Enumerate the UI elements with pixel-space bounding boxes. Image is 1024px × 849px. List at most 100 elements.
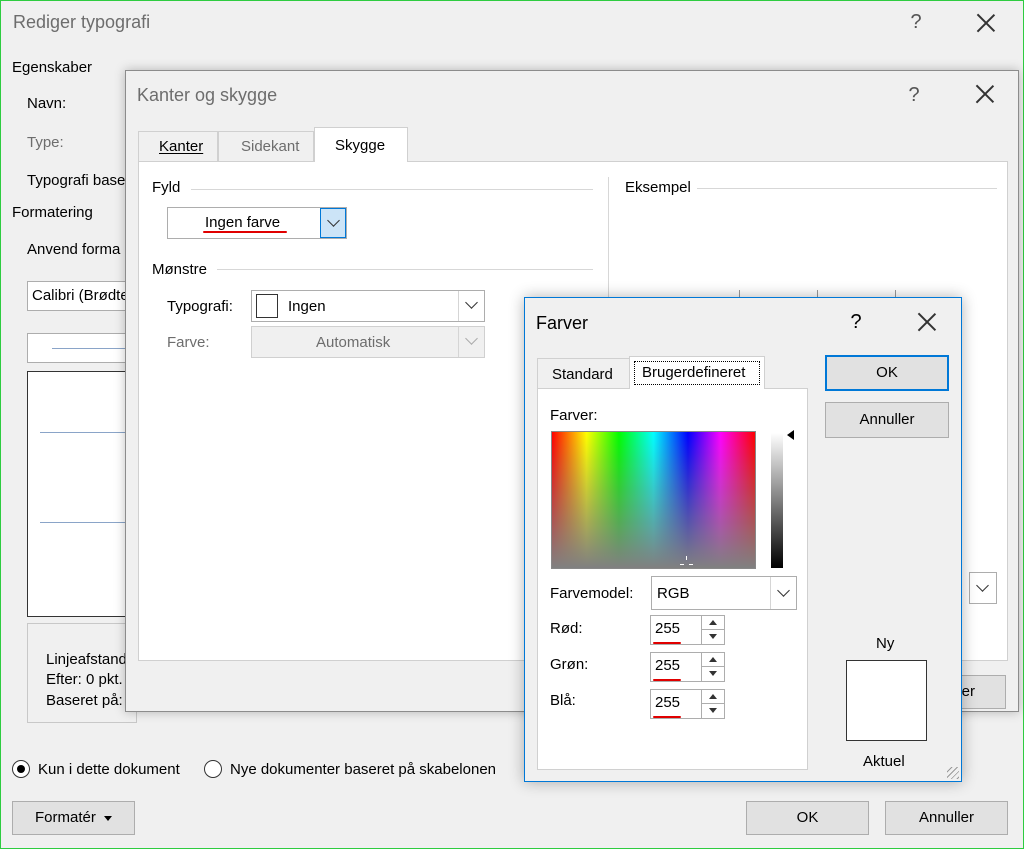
colors-title: Farver [536,313,589,333]
colors-cancel-button[interactable]: Annuller [825,402,949,438]
colors-close-button[interactable] [917,312,937,332]
green-spinner[interactable] [701,652,725,682]
style-preview-pane [27,371,137,617]
format-menu-button[interactable]: Formatér [12,801,135,835]
red-value: 255 [655,620,681,637]
new-color-label: Ny [876,635,895,652]
pattern-color-value: Automatisk [316,334,391,351]
type-label: Type: [27,134,64,151]
fill-divider [191,189,593,190]
colors-help-button[interactable]: ? [836,307,876,337]
colors-titlebar[interactable]: Farver ? [525,298,961,342]
pattern-color-label: Farve: [167,334,210,351]
edit-style-title: Rediger typografi [13,12,151,32]
format-button-label: Formatér [34,809,96,826]
close-icon [976,13,996,33]
tab-sidekant[interactable]: Sidekant [218,131,314,161]
tab-standard-label: Standard [552,366,613,383]
color-spectrum-picker[interactable] [551,431,756,569]
resize-grip-icon[interactable] [947,767,959,779]
fill-color-dropdown[interactable]: Ingen farve [167,207,347,239]
based-on-label: Typografi base [27,172,126,189]
tab-standard[interactable]: Standard [537,358,631,388]
colors-dialog: Farver ? Standard Brugerdefineret Farver… [524,297,962,782]
blue-down-button[interactable] [702,704,724,718]
colors-ok-button[interactable]: OK [825,355,949,391]
font-select[interactable]: Calibri (Brødte [27,281,137,311]
arrow-up-icon [709,657,717,662]
tab-custom[interactable]: Brugerdefineret [629,356,765,389]
arrow-down-icon [709,634,717,639]
apply-formatting-label: Anvend forma [27,241,121,258]
tab-sidekant-label: Sidekant [241,138,300,155]
arrow-up-icon [709,620,717,625]
blue-up-button[interactable] [702,690,724,704]
fill-dropdown-arrow[interactable] [320,208,346,238]
green-input[interactable]: 255 [650,652,706,682]
formatting-heading: Formatering [12,204,93,221]
color-model-arrow[interactable] [770,577,796,609]
pattern-color-arrow [458,327,484,357]
green-down-button[interactable] [702,667,724,681]
luminance-slider[interactable] [771,433,783,568]
close-button[interactable] [976,13,996,33]
tab-skygge[interactable]: Skygge [314,127,408,162]
colors-cancel-label: Annuller [859,411,915,428]
blue-spinner[interactable] [701,689,725,719]
ok-button-label: OK [796,809,819,826]
style-description-box: Linjeafstand Efter: 0 pkt. Baseret på: T [27,623,137,723]
crosshair-icon [680,556,694,570]
cancel-button[interactable]: Annuller [885,801,1008,835]
green-value: 255 [655,657,681,674]
blue-value: 255 [655,694,681,711]
borders-close-button[interactable] [975,84,995,104]
preview-heading: Eksempel [625,179,691,196]
color-model-dropdown[interactable]: RGB [651,576,797,610]
tab-kanter[interactable]: Kanter [138,131,218,161]
pattern-heading: Mønstre [152,261,208,278]
only-this-document-label[interactable]: Kun i dette dokument [38,761,180,778]
toolbar-preview-strip [27,333,137,363]
help-button[interactable]: ? [896,7,936,37]
pattern-divider [217,269,593,270]
pattern-style-arrow[interactable] [458,291,484,321]
pattern-style-dropdown[interactable]: Ingen [251,290,485,322]
red-input[interactable]: 255 [650,615,706,645]
colors-spectrum-label: Farver: [550,407,598,424]
name-label: Navn: [27,95,67,112]
green-label: Grøn: [550,656,589,673]
pattern-style-value: Ingen [288,298,326,315]
fill-color-value: Ingen farve [205,214,281,231]
ok-button[interactable]: OK [746,801,869,835]
borders-titlebar[interactable]: Kanter og skygge ? [126,71,1018,115]
red-label: Rød: [550,620,583,637]
color-model-value: RGB [657,585,690,602]
arrow-down-icon [709,671,717,676]
tab-skygge-label: Skygge [335,137,386,154]
only-this-document-radio[interactable] [12,760,30,778]
pattern-color-dropdown[interactable]: Automatisk [251,326,485,358]
new-documents-radio[interactable] [204,760,222,778]
edit-style-titlebar[interactable]: Rediger typografi ? [1,1,1023,45]
chevron-down-icon [465,332,478,345]
red-spinner[interactable] [701,615,725,645]
red-down-button[interactable] [702,630,724,644]
green-up-button[interactable] [702,653,724,667]
annotation-underline [653,679,681,681]
description-line-2: Efter: 0 pkt. [46,671,123,688]
arrow-down-icon [709,708,717,713]
annotation-underline [653,716,681,718]
pattern-swatch [256,294,278,318]
apply-to-dropdown[interactable] [969,572,997,604]
red-up-button[interactable] [702,616,724,630]
new-current-swatch [846,660,927,741]
borders-help-button[interactable]: ? [894,80,934,110]
font-value: Calibri (Brødte [32,287,129,304]
description-line-1: Linjeafstand [46,651,127,668]
chevron-down-icon [465,296,478,309]
custom-colors-panel: Farver: Farvemodel: RGB Rød: 255 Grøn: 2… [537,388,808,770]
color-model-label: Farvemodel: [550,585,634,602]
luminance-pointer-icon[interactable] [787,430,794,440]
blue-input[interactable]: 255 [650,689,706,719]
new-documents-label[interactable]: Nye dokumenter baseret på skabelonen [230,761,496,778]
